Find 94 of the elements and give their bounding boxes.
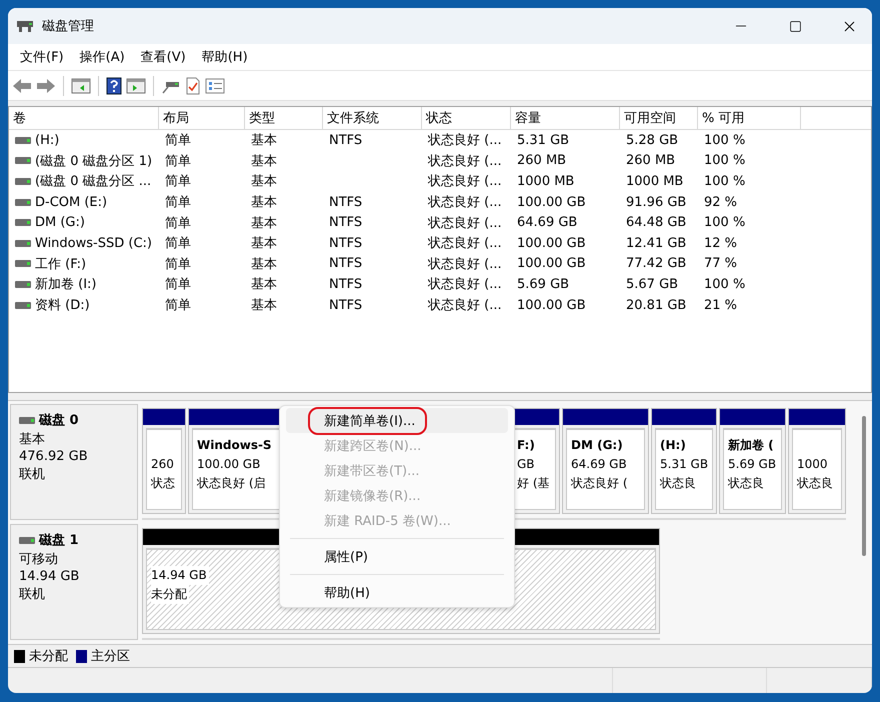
table-cell: 100.00 GB <box>517 236 586 251</box>
table-cell: 100 % <box>704 276 746 292</box>
table-cell: 100.00 GB <box>517 194 586 210</box>
table-cell: 100 % <box>704 174 746 189</box>
disk-size: 14.94 GB <box>19 569 80 584</box>
table-cell: NTFS <box>329 215 362 230</box>
table-cell-text: 基本 <box>251 276 277 294</box>
table-cell-text: 基本 <box>251 194 277 212</box>
table-cell: 5.28 GB <box>626 132 678 148</box>
disk-name: 磁盘 0 <box>39 412 79 429</box>
table-cell: NTFS <box>329 132 362 148</box>
table-cell: NTFS <box>329 194 362 210</box>
table-cell-text: 状态良好 (... <box>428 256 502 273</box>
table-cell-text: 状态良好 (... <box>428 194 502 212</box>
table-cell: NTFS <box>329 298 362 313</box>
table-cell-text: 状态良好 (... <box>428 276 502 294</box>
table-cell-text: 基本 <box>251 235 277 252</box>
table-cell-text: 状态良好 (... <box>428 152 502 170</box>
table-cell: 20.81 GB <box>626 298 686 313</box>
table-cell: 5.67 GB <box>626 276 678 292</box>
table-cell-text: 基本 <box>251 132 277 150</box>
table-cell: 1000 MB <box>626 174 684 189</box>
partition-text: 14.94 GB <box>151 566 209 585</box>
table-cell-text: 基本 <box>251 297 277 314</box>
legend-label: 主分区 <box>91 648 130 665</box>
table-cell-text: 简单 <box>165 152 191 170</box>
table-cell-text: 状态良好 (... <box>428 297 502 314</box>
table-cell-text: 基本 <box>251 173 277 190</box>
table-cell: 77.42 GB <box>626 256 686 272</box>
partition-text: 5.31 GB <box>660 456 710 473</box>
partition-text: 64.69 GB <box>571 456 628 473</box>
table-cell: 12.41 GB <box>626 236 686 251</box>
table-cell: 260 MB <box>626 153 676 168</box>
table-cell: 64.48 GB <box>626 215 686 230</box>
table-cell: 5.69 GB <box>517 276 570 292</box>
partition-title: F:) <box>517 437 536 454</box>
table-cell: 92 % <box>704 194 738 210</box>
table-cell: NTFS <box>329 276 362 292</box>
disk-status: 联机 <box>19 466 46 483</box>
partition-title: DM (G:) <box>571 437 624 454</box>
table-cell-text: 简单 <box>165 256 191 273</box>
table-cell: 77 % <box>704 256 738 272</box>
window-title: 磁盘管理 <box>42 18 95 35</box>
table-cell-text: 基本 <box>251 214 277 232</box>
disk-type: 基本 <box>19 431 46 448</box>
partition-text: 状态 <box>151 475 176 492</box>
partition-text: 260 <box>151 456 175 473</box>
table-cell-text: 简单 <box>165 132 191 150</box>
partition-text: 状态良好 ( <box>571 475 628 492</box>
disk-size: 476.92 GB <box>19 449 89 464</box>
table-cell-text: 简单 <box>165 194 191 212</box>
table-cell: 1000 MB <box>517 174 574 189</box>
partition-text: 状态良好 (启 <box>197 475 266 492</box>
table-cell: 12 % <box>704 236 738 251</box>
partition-title: Windows-S <box>197 437 273 454</box>
partition-text: 状态良 <box>797 475 834 492</box>
disk-name: 磁盘 1 <box>39 532 79 549</box>
table-cell: 100.00 GB <box>517 298 586 313</box>
table-cell-text: 状态良好 (... <box>428 214 502 232</box>
partition-text: 100.00 GB <box>197 456 262 473</box>
table-cell: NTFS <box>329 236 362 251</box>
partition-title: (H:) <box>660 437 687 454</box>
partition-text: GB <box>517 456 536 473</box>
table-cell: 21 % <box>704 298 738 313</box>
table-cell: 100 % <box>704 215 746 230</box>
table-cell-text: 基本 <box>251 152 277 170</box>
legend-label: 未分配 <box>29 648 68 665</box>
table-cell-text: 简单 <box>165 297 191 314</box>
disk-type: 可移动 <box>19 551 59 568</box>
table-cell-text: 简单 <box>165 173 191 190</box>
partition-text: 5.69 GB <box>728 456 778 473</box>
table-cell: 100 % <box>704 132 746 148</box>
table-cell: 260 MB <box>517 153 566 168</box>
partition-text: 好 (基 <box>517 475 550 492</box>
table-cell-text: 基本 <box>251 256 277 273</box>
highlight-ring: 新建简单卷(I)... <box>308 406 428 434</box>
table-cell: 91.96 GB <box>626 194 686 210</box>
table-cell: 100.00 GB <box>517 256 586 272</box>
partition-text: 1000 <box>797 456 829 473</box>
table-cell: NTFS <box>329 256 362 272</box>
table-cell-text: 简单 <box>165 276 191 294</box>
partition-text: 状态良 <box>660 475 697 492</box>
table-cell-text: 简单 <box>165 214 191 232</box>
table-cell: 64.69 GB <box>517 215 578 230</box>
table-cell-text: 状态良好 (... <box>428 173 502 190</box>
partition-text: 状态良 <box>728 475 765 492</box>
partition-text: 未分配 <box>151 585 189 604</box>
table-cell-text: 状态良好 (... <box>428 132 502 150</box>
table-cell-text: 简单 <box>165 235 191 252</box>
partition-title: 新加卷 ( <box>728 437 775 454</box>
disk-status: 联机 <box>19 586 46 603</box>
table-cell: 100 % <box>704 153 746 168</box>
table-cell-text: 状态良好 (... <box>428 235 502 252</box>
table-cell: 5.31 GB <box>517 132 570 148</box>
